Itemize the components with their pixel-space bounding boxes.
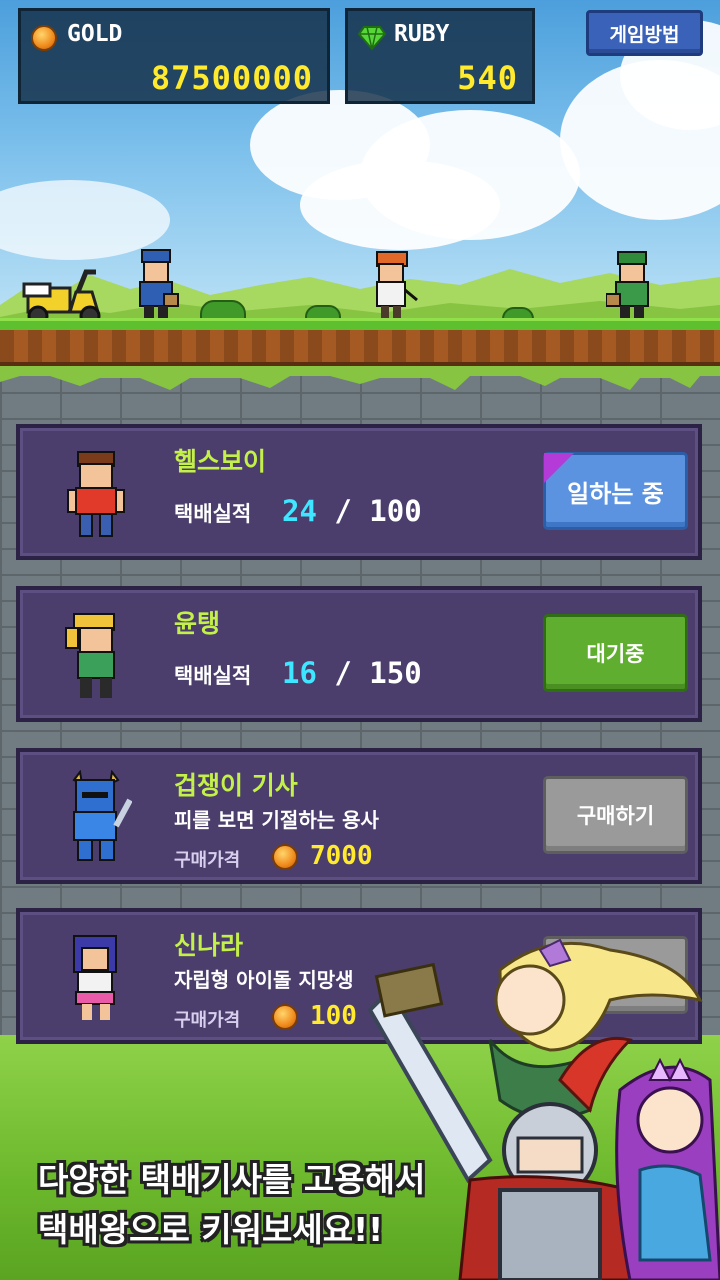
working-status-button[interactable]: 일하는 중 [543, 452, 688, 530]
shinnara-portrait [73, 935, 117, 1020]
gold-coin-icon [31, 25, 57, 51]
delivery-record-label: 택배실적 [174, 664, 252, 688]
courier-orange-hair-sprite [376, 251, 418, 326]
gold-value: 87500000 [150, 59, 313, 97]
promo-text-line1: 다양한 택배기사를 고용해서 [38, 1160, 426, 1199]
moss-edge [0, 366, 720, 390]
delivery-record-value: 24 / 100 [282, 494, 422, 528]
courier-card-coward-knight: 겁쟁이 기사 피를 보면 기절하는 용사 구매가격 7000 구매하기 [16, 748, 702, 884]
courier-name: 신나라 [174, 931, 244, 960]
price-label: 구매가격 [174, 850, 241, 871]
gold-coin-icon [272, 1004, 298, 1030]
promo-text-line2: 택배왕으로 키워보세요!! [38, 1210, 384, 1249]
courier-name: 헬스보이 [174, 447, 267, 476]
ruby-label: RUBY [394, 21, 450, 47]
delivery-record-value: 16 / 150 [282, 656, 422, 690]
gold-panel: GOLD 87500000 [18, 8, 330, 104]
buy-button[interactable]: 구매하기 [543, 776, 688, 854]
courier-name: 겁쟁이 기사 [174, 771, 298, 800]
yuntaeng-portrait [65, 613, 115, 698]
courier-card-healthboy: 헬스보이 택배실적 24 / 100 일하는 중 [16, 424, 702, 560]
healthboy-portrait [67, 451, 125, 537]
grass-strip [0, 318, 720, 330]
ruby-gem-icon [358, 26, 386, 51]
courier-green-cap-sprite [606, 251, 649, 326]
corner-tag [544, 453, 574, 483]
how-to-play-button[interactable]: 게임방법 [586, 10, 703, 56]
price-value: 7000 [310, 841, 373, 871]
courier-blue-cap-sprite [139, 249, 179, 326]
standby-status-button[interactable]: 대기중 [543, 614, 688, 692]
ruby-panel: RUBY 540 [345, 8, 535, 104]
ruby-value: 540 [457, 59, 518, 97]
courier-description: 피를 보면 기절하는 용사 [174, 808, 379, 832]
gold-coin-icon [272, 844, 298, 870]
gold-label: GOLD [67, 21, 123, 47]
promo-characters-illustration [367, 938, 720, 1280]
price-label: 구매가격 [174, 1010, 241, 1031]
courier-card-yuntaeng: 윤탱 택배실적 16 / 150 대기중 [16, 586, 702, 722]
coward-knight-portrait [72, 770, 132, 861]
courier-name: 윤탱 [174, 609, 221, 638]
dirt-road [0, 330, 720, 366]
courier-description: 자립형 아이돌 지망생 [174, 968, 354, 992]
delivery-record-label: 택배실적 [174, 502, 252, 526]
